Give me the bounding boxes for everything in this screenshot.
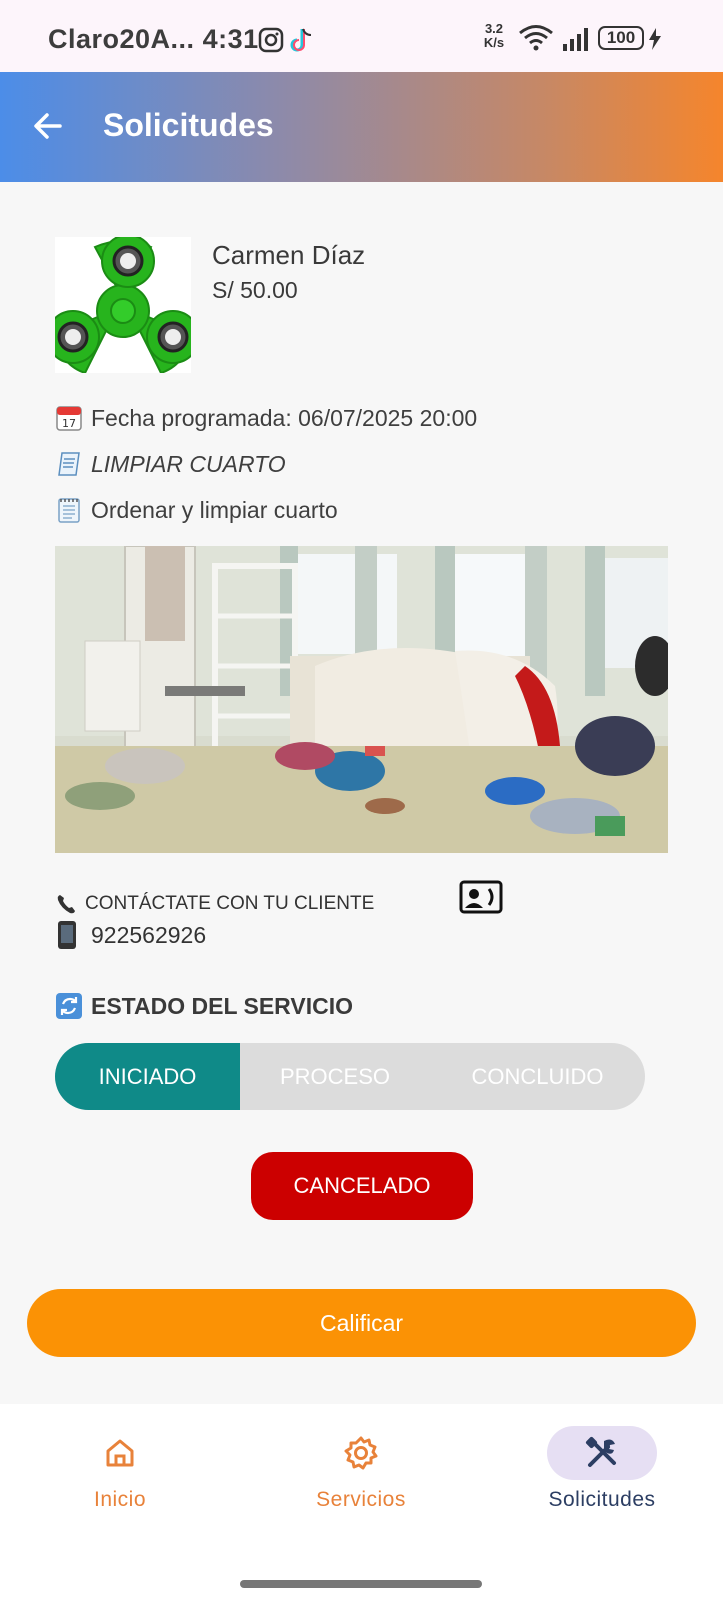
app-bar: Solicitudes	[0, 72, 723, 182]
clock: 4:31	[202, 24, 259, 54]
contact-label-row: CONTÁCTATE CON TU CLIENTE	[55, 892, 374, 916]
nav-icon-container-active	[547, 1426, 657, 1480]
nav-label-solicitudes: Solicitudes	[548, 1488, 656, 1511]
svg-text:17: 17	[62, 417, 76, 430]
step-iniciado[interactable]: INICIADO	[55, 1043, 240, 1110]
page-title: Solicitudes	[103, 107, 274, 143]
bottom-navigation: Inicio Servicios Solicitudes	[0, 1404, 723, 1600]
nav-item-solicitudes[interactable]: Solicitudes	[502, 1426, 702, 1526]
home-icon	[106, 1439, 134, 1467]
description-row: Ordenar y limpiar cuarto	[55, 496, 338, 524]
client-name: Carmen Díaz	[212, 240, 366, 270]
telephone-icon	[57, 895, 75, 914]
net-speed-value: 3.2	[484, 21, 504, 36]
step-proceso[interactable]: PROCESO	[240, 1043, 430, 1110]
calendar-icon: 17	[56, 406, 82, 431]
status-stepper: INICIADO PROCESO CONCLUIDO	[55, 1043, 645, 1110]
service-description: Ordenar y limpiar cuarto	[91, 496, 338, 523]
service-thumbnail	[55, 237, 191, 373]
client-phone[interactable]: 922562926	[91, 922, 206, 949]
scheduled-date: Fecha programada: 06/07/2025 20:00	[91, 404, 478, 431]
wifi-icon	[519, 25, 553, 51]
nav-label-servicios: Servicios	[316, 1488, 406, 1511]
service-price: S/ 50.00	[212, 277, 298, 303]
charging-icon	[649, 28, 661, 50]
nav-icon-container	[65, 1426, 175, 1480]
instagram-icon	[258, 27, 284, 53]
back-arrow-icon[interactable]	[30, 108, 66, 144]
nav-label-inicio: Inicio	[93, 1488, 147, 1511]
mobile-phone-icon	[58, 921, 76, 949]
battery-level: 100	[606, 28, 636, 47]
gear-icon	[344, 1436, 378, 1470]
tiktok-icon	[290, 28, 312, 52]
net-speed-unit: K/s	[483, 35, 505, 50]
nav-icon-container	[306, 1426, 416, 1480]
contact-card-icon[interactable]	[459, 880, 503, 914]
service-title-row: LIMPIAR CUARTO	[55, 450, 286, 478]
status-carrier-time: Claro20A... 4:31	[48, 24, 259, 55]
phone-row[interactable]: 922562926	[55, 920, 206, 950]
cancel-button[interactable]: CANCELADO	[251, 1152, 473, 1220]
notification-icons	[258, 27, 312, 53]
status-bar: Claro20A... 4:31 3.2 K/s 100	[0, 0, 723, 72]
gesture-home-bar[interactable]	[240, 1580, 482, 1588]
signal-icon	[563, 28, 588, 51]
receipt-icon	[58, 452, 80, 476]
nav-item-servicios[interactable]: Servicios	[261, 1426, 461, 1526]
battery-icon: 100	[598, 26, 644, 50]
step-concluido[interactable]: CONCLUIDO	[430, 1043, 645, 1110]
notepad-icon	[58, 498, 80, 523]
tools-icon	[585, 1436, 616, 1467]
rate-button[interactable]: Calificar	[27, 1289, 696, 1357]
carrier-name: Claro20A...	[48, 24, 195, 54]
refresh-icon	[56, 993, 82, 1019]
net-speed: 3.2 K/s	[480, 22, 508, 50]
service-title: LIMPIAR CUARTO	[91, 450, 286, 477]
contact-label: CONTÁCTATE CON TU CLIENTE	[85, 893, 375, 914]
scheduled-date-row: 17 Fecha programada: 06/07/2025 20:00	[55, 404, 477, 432]
status-right-icons: 3.2 K/s 100	[480, 22, 680, 54]
room-photo	[55, 546, 668, 853]
status-section-title: ESTADO DEL SERVICIO	[91, 992, 353, 1019]
nav-item-inicio[interactable]: Inicio	[20, 1426, 220, 1526]
status-section-title-row: ESTADO DEL SERVICIO	[55, 992, 353, 1020]
